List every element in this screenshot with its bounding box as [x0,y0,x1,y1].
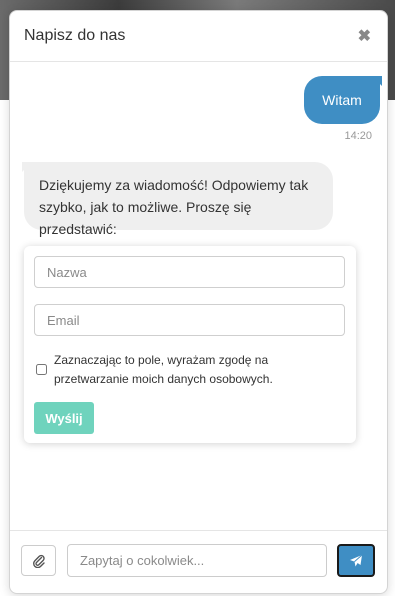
chat-header: Napisz do nas ✖ [10,11,387,62]
paperclip-icon [32,554,45,568]
consent-checkbox[interactable] [36,364,47,375]
chat-widget: Napisz do nas ✖ Witam 14:20 Dziękujemy z… [9,10,388,594]
chat-title: Napisz do nas [24,27,126,44]
submit-form-button[interactable]: Wyślij [34,402,94,434]
attach-button[interactable] [21,545,56,576]
bot-message-bubble: Dziękujemy za wiadomość! Odpowiemy tak s… [22,162,333,237]
user-message-text: Witam [322,92,362,108]
email-field[interactable] [34,304,345,336]
bot-message-text: Dziękujemy za wiadomość! Odpowiemy tak s… [39,177,309,237]
contact-form: Zaznaczając to pole, wyrażam zgodę na pr… [24,246,356,443]
message-input[interactable] [67,544,327,577]
close-icon[interactable]: ✖ [358,26,371,46]
message-timestamp: 14:20 [344,130,372,142]
send-button[interactable] [337,544,375,577]
consent-label: Zaznaczając to pole, wyrażam zgodę na pr… [54,353,273,386]
name-field[interactable] [34,256,345,288]
message-composer [10,530,387,593]
paper-plane-icon [350,554,363,566]
user-message-bubble: Witam [304,76,382,124]
